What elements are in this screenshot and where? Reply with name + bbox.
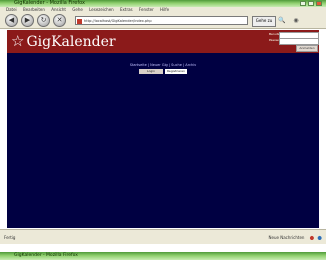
menu-go[interactable]: Gehe: [72, 7, 83, 12]
second-window-titlebar: GigKalender - Mozilla Firefox: [0, 252, 326, 260]
center-nav-links[interactable]: Startseite | Neuer Gig | Suche | Archiv: [130, 63, 197, 67]
site-header: ☆ GigKalender Benutzer Passwort Anmelden: [7, 30, 319, 53]
menu-file[interactable]: Datei: [6, 7, 17, 12]
navigation-toolbar: ◀ ▶ ↻ ✕ http://localhost/GigKalender/ind…: [0, 13, 326, 29]
maximize-button[interactable]: [308, 1, 314, 6]
menu-help[interactable]: Hilfe: [160, 7, 169, 12]
status-text: Fertig: [4, 235, 16, 240]
menu-bookmarks[interactable]: Lesezeichen: [89, 7, 114, 12]
firefox-icon: ◉: [293, 17, 299, 24]
login-submit-button[interactable]: Anmelden: [296, 45, 318, 52]
update-icon[interactable]: ⬤: [318, 235, 322, 240]
window-titlebar: GigKalender - Mozilla Firefox: [0, 0, 326, 7]
close-button[interactable]: [316, 1, 322, 6]
forward-button[interactable]: ▶: [21, 14, 34, 27]
minimize-button[interactable]: [300, 1, 306, 6]
menu-edit[interactable]: Bearbeiten: [23, 7, 45, 12]
reload-button[interactable]: ↻: [37, 14, 50, 27]
site-favicon-icon: [77, 19, 82, 24]
username-label: Benutzer: [269, 32, 283, 36]
toolbar-extras: 🔍 ◉: [278, 16, 322, 25]
page-content: ☆ GigKalender Benutzer Passwort Anmelden …: [7, 30, 319, 228]
login-form: Benutzer Passwort Anmelden: [269, 32, 319, 52]
status-right: Neue Nachrichten ⬤ ⬤: [269, 230, 322, 245]
menu-view[interactable]: Ansicht: [51, 7, 66, 12]
star-icon: ☆: [11, 32, 25, 50]
back-button[interactable]: ◀: [5, 14, 18, 27]
status-bar: Fertig Neue Nachrichten ⬤ ⬤: [0, 229, 326, 244]
desktop-gap: [0, 244, 326, 252]
logo-text: GigKalender: [26, 34, 116, 50]
adblock-icon[interactable]: ⬤: [310, 235, 314, 240]
center-login-button[interactable]: Login: [139, 69, 163, 74]
center-navigation: Startseite | Neuer Gig | Suche | Archiv: [7, 63, 319, 68]
stop-button[interactable]: ✕: [53, 14, 66, 27]
center-register-button[interactable]: Registrieren: [165, 69, 187, 74]
menu-window[interactable]: Fenster: [139, 7, 154, 12]
search-icon[interactable]: 🔍: [278, 17, 285, 24]
second-window-title: GigKalender - Mozilla Firefox: [14, 253, 78, 258]
site-logo[interactable]: ☆ GigKalender: [11, 31, 116, 52]
password-input[interactable]: [279, 38, 319, 45]
address-bar[interactable]: http://localhost/GigKalender/index.php: [75, 16, 248, 25]
center-buttons: Login Registrieren: [139, 69, 189, 74]
address-url: http://localhost/GigKalender/index.php: [84, 19, 152, 23]
window-title: GigKalender - Mozilla Firefox: [14, 0, 85, 6]
menu-tools[interactable]: Extras: [120, 7, 133, 12]
go-button[interactable]: Gehe zu: [252, 16, 276, 27]
password-label: Passwort: [269, 38, 283, 42]
status-right-text: Neue Nachrichten: [268, 235, 305, 240]
